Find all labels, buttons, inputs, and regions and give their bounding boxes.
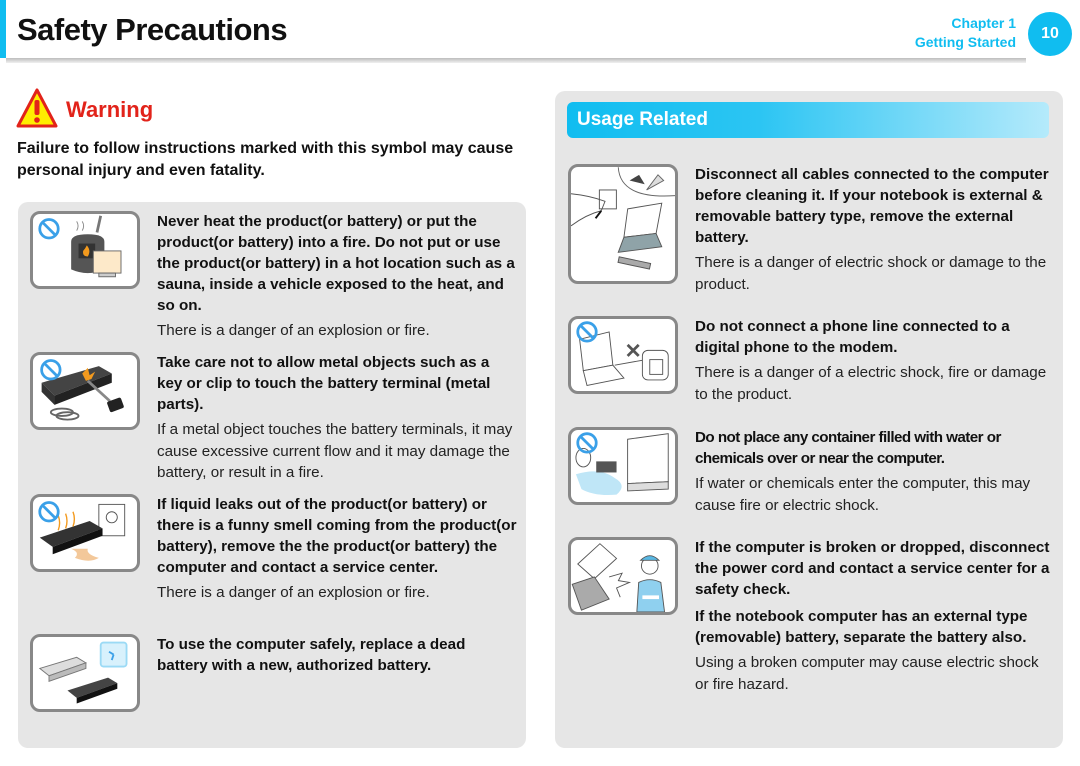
chapter-number: Chapter 1	[951, 15, 1016, 31]
usage-item-text: Disconnect all cables connected to the c…	[695, 164, 1055, 295]
consequence-text: There is a danger of an explosion or fir…	[157, 322, 430, 339]
warning-description: Failure to follow instructions marked wi…	[17, 140, 514, 179]
instruction-text: Do not connect a phone line connected to…	[695, 318, 1010, 356]
usage-item-text: Do not place any container filled with w…	[695, 427, 1055, 516]
warning-item-text: Never heat the product(or battery) or pu…	[157, 211, 517, 342]
chapter-label: Chapter 1 Getting Started	[915, 14, 1016, 52]
usage-item-text: Do not connect a phone line connected to…	[695, 316, 1055, 405]
warning-triangle-icon	[16, 88, 58, 128]
instruction-text: Take care not to allow metal objects suc…	[157, 354, 491, 413]
warning-title: Warning	[66, 97, 154, 122]
battery-replace-icon	[30, 634, 140, 712]
page-title: Safety Precautions	[17, 12, 288, 47]
warning-heading: Warning	[16, 88, 153, 128]
warning-item-text: To use the computer safely, replace a de…	[157, 634, 517, 676]
usage-related-panel: Usage Related Disconnect all cables conn…	[555, 91, 1063, 748]
warning-panel: Never heat the product(or battery) or pu…	[18, 202, 526, 748]
consequence-text: If a metal object touches the battery te…	[157, 421, 513, 481]
prohibited-heat-fire-icon	[30, 211, 140, 289]
instruction-text-2: If the notebook computer has an external…	[695, 608, 1028, 646]
warning-item-text: Take care not to allow metal objects suc…	[157, 352, 517, 484]
instruction-text: Disconnect all cables connected to the c…	[695, 166, 1049, 246]
section-title-usage-related: Usage Related	[567, 102, 1049, 138]
prohibited-water-container-icon	[568, 427, 678, 505]
broken-computer-service-icon	[568, 537, 678, 615]
chapter-name: Getting Started	[914, 34, 1016, 50]
usage-item-text: If the computer is broken or dropped, di…	[695, 537, 1055, 695]
consequence-text: There is a danger of an explosion or fir…	[157, 584, 430, 601]
instruction-text: If the computer is broken or dropped, di…	[695, 539, 1050, 598]
header-accent-bar	[0, 0, 6, 58]
page-header: Safety Precautions Chapter 1 Getting Sta…	[0, 0, 1080, 64]
consequence-text: There is a danger of electric shock or d…	[695, 254, 1047, 293]
instruction-text: To use the computer safely, replace a de…	[157, 636, 466, 674]
consequence-text: If water or chemicals enter the computer…	[695, 475, 1031, 514]
instruction-text: Never heat the product(or battery) or pu…	[157, 213, 515, 314]
header-divider	[6, 58, 1026, 63]
instruction-text: Do not place any container filled with w…	[695, 429, 1001, 467]
prohibited-phone-line-icon	[568, 316, 678, 394]
prohibited-battery-leak-icon	[30, 494, 140, 572]
instruction-text: If liquid leaks out of the product(or ba…	[157, 496, 517, 576]
page-number-badge: 10	[1028, 12, 1072, 56]
warning-item-text: If liquid leaks out of the product(or ba…	[157, 494, 517, 604]
consequence-text: Using a broken computer may cause electr…	[695, 654, 1039, 693]
prohibited-metal-contact-icon	[30, 352, 140, 430]
consequence-text: There is a danger of a electric shock, f…	[695, 364, 1047, 403]
unplug-cables-icon	[568, 164, 678, 284]
